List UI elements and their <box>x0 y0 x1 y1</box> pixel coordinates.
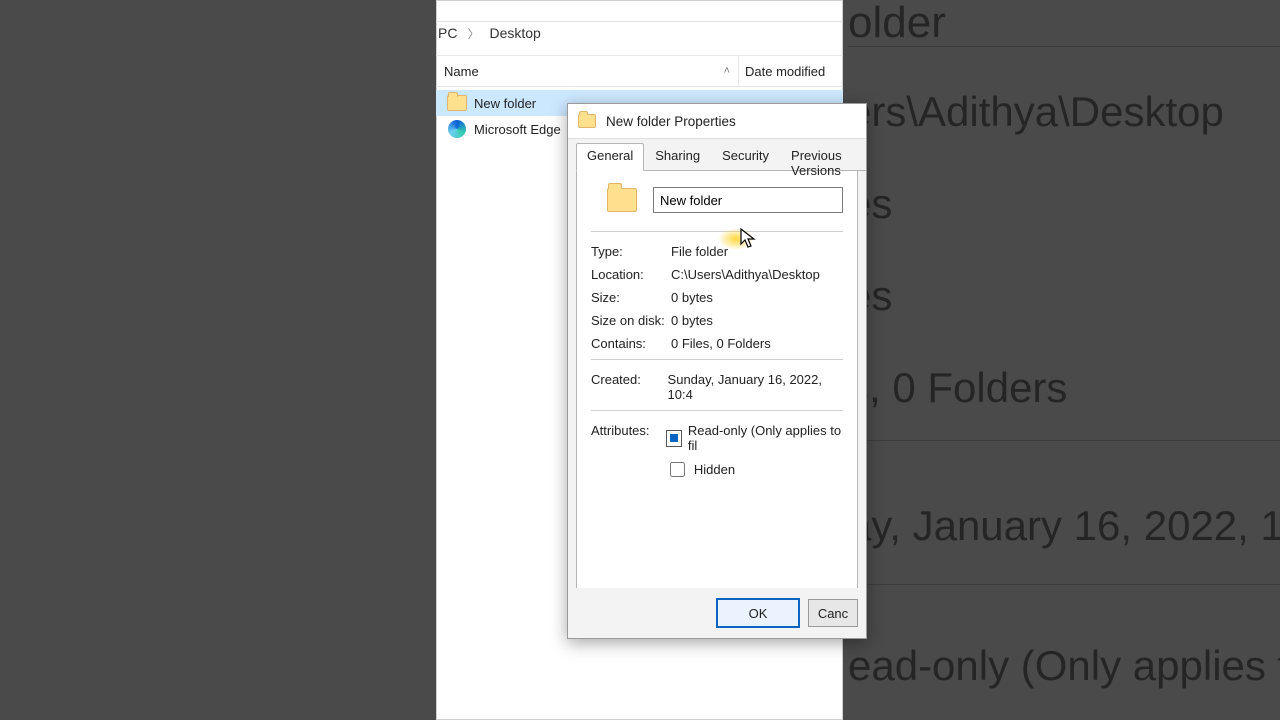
tab-security[interactable]: Security <box>711 143 780 171</box>
dialog-title: New folder Properties <box>606 114 736 129</box>
tab-previous-versions[interactable]: Previous Versions <box>780 143 858 171</box>
properties-dialog: New folder Properties General Sharing Se… <box>567 103 867 639</box>
edge-icon <box>446 118 468 140</box>
checkbox-readonly[interactable]: Read-only (Only applies to fil <box>666 423 843 453</box>
dialog-title-bar[interactable]: New folder Properties <box>568 104 866 139</box>
label-attributes: Attributes: <box>591 423 666 480</box>
checkbox-label: Hidden <box>694 462 735 477</box>
ok-button[interactable]: OK <box>716 598 800 628</box>
label-sizeondisk: Size on disk: <box>591 313 671 328</box>
value-type: File folder <box>671 244 728 259</box>
label-location: Location: <box>591 267 671 282</box>
folder-icon <box>591 188 653 212</box>
checkbox-input[interactable] <box>670 462 685 477</box>
file-name: Microsoft Edge <box>474 122 561 137</box>
folder-name-input[interactable] <box>653 187 843 213</box>
file-name: New folder <box>474 96 536 111</box>
folder-icon <box>578 114 596 128</box>
divider <box>591 410 843 411</box>
cancel-button[interactable]: Canc <box>808 599 858 627</box>
tab-bar: General Sharing Security Previous Versio… <box>568 139 866 171</box>
dialog-buttons: OK Canc <box>568 588 866 638</box>
column-label: Name <box>444 64 479 79</box>
label-type: Type: <box>591 244 671 259</box>
breadcrumb-seg-pc[interactable]: PC <box>438 25 457 41</box>
tab-general[interactable]: General <box>576 143 644 171</box>
chevron-right-icon: 〉 <box>467 25 479 42</box>
breadcrumb[interactable]: PC 〉 Desktop <box>438 22 843 44</box>
tab-sharing[interactable]: Sharing <box>644 143 711 171</box>
label-created: Created: <box>591 372 668 402</box>
sort-asc-icon: ˄ <box>724 65 730 77</box>
value-contains: 0 Files, 0 Folders <box>671 336 771 351</box>
breadcrumb-seg-desktop[interactable]: Desktop <box>489 25 540 41</box>
checkbox-hidden[interactable]: Hidden <box>666 459 843 480</box>
column-headers: Name ˄ Date modified <box>436 55 843 87</box>
column-date-header[interactable]: Date modified <box>738 56 843 86</box>
checkbox-label: Read-only (Only applies to fil <box>688 423 843 453</box>
divider <box>591 359 843 360</box>
checkbox-mixed-icon <box>666 430 682 447</box>
value-created: Sunday, January 16, 2022, 10:4 <box>668 372 843 402</box>
folder-icon <box>446 92 468 114</box>
value-size: 0 bytes <box>671 290 713 305</box>
divider <box>591 231 843 232</box>
value-location: C:\Users\Adithya\Desktop <box>671 267 820 282</box>
label-contains: Contains: <box>591 336 671 351</box>
column-label: Date modified <box>745 64 825 79</box>
column-name-header[interactable]: Name ˄ <box>436 64 738 79</box>
tab-general-panel: Type:File folder Location:C:\Users\Adith… <box>576 171 858 593</box>
value-sizeondisk: 0 bytes <box>671 313 713 328</box>
label-size: Size: <box>591 290 671 305</box>
